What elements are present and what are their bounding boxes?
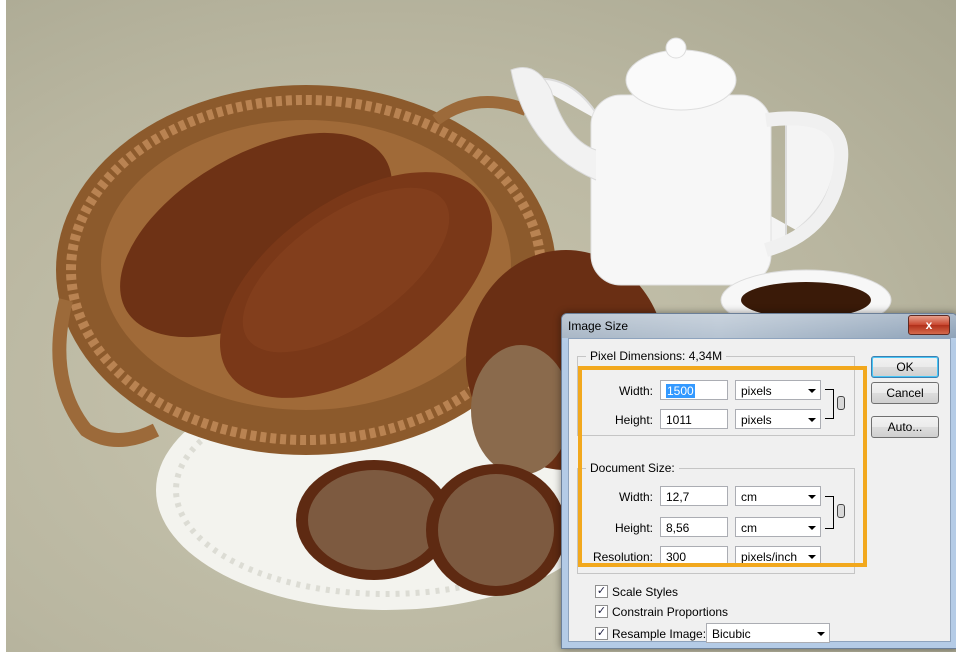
pixel-dimensions-size: 4,34M <box>688 349 723 363</box>
resample-method-select[interactable]: Bicubic <box>706 623 830 643</box>
resample-image-label: Resample Image: <box>612 627 707 641</box>
cancel-button[interactable]: Cancel <box>871 382 939 404</box>
pixel-dimensions-label: Pixel Dimensions: <box>590 349 686 363</box>
constrain-proportions-option[interactable]: ✓ Constrain Proportions <box>595 605 728 619</box>
auto-button[interactable]: Auto... <box>871 416 939 438</box>
resample-method: Bicubic <box>712 627 751 641</box>
scale-styles-option[interactable]: ✓ Scale Styles <box>595 585 678 599</box>
scale-styles-checkbox[interactable]: ✓ <box>595 585 608 598</box>
ok-button[interactable]: OK <box>871 356 939 378</box>
constrain-proportions-checkbox[interactable]: ✓ <box>595 605 608 618</box>
close-button[interactable]: x <box>908 315 950 335</box>
pixel-dimensions-legend: Pixel Dimensions: 4,34M <box>586 349 727 363</box>
constrain-proportions-label: Constrain Proportions <box>612 605 729 619</box>
resample-image-option[interactable]: ✓ Resample Image: <box>595 627 706 641</box>
title-bar[interactable]: Image Size x <box>562 314 956 338</box>
resample-image-checkbox[interactable]: ✓ <box>595 627 608 640</box>
highlight-box <box>578 366 867 567</box>
dialog-title: Image Size <box>568 319 629 333</box>
close-icon: x <box>925 318 933 332</box>
dropdown-arrow-icon <box>817 632 825 636</box>
scale-styles-label: Scale Styles <box>612 585 679 599</box>
